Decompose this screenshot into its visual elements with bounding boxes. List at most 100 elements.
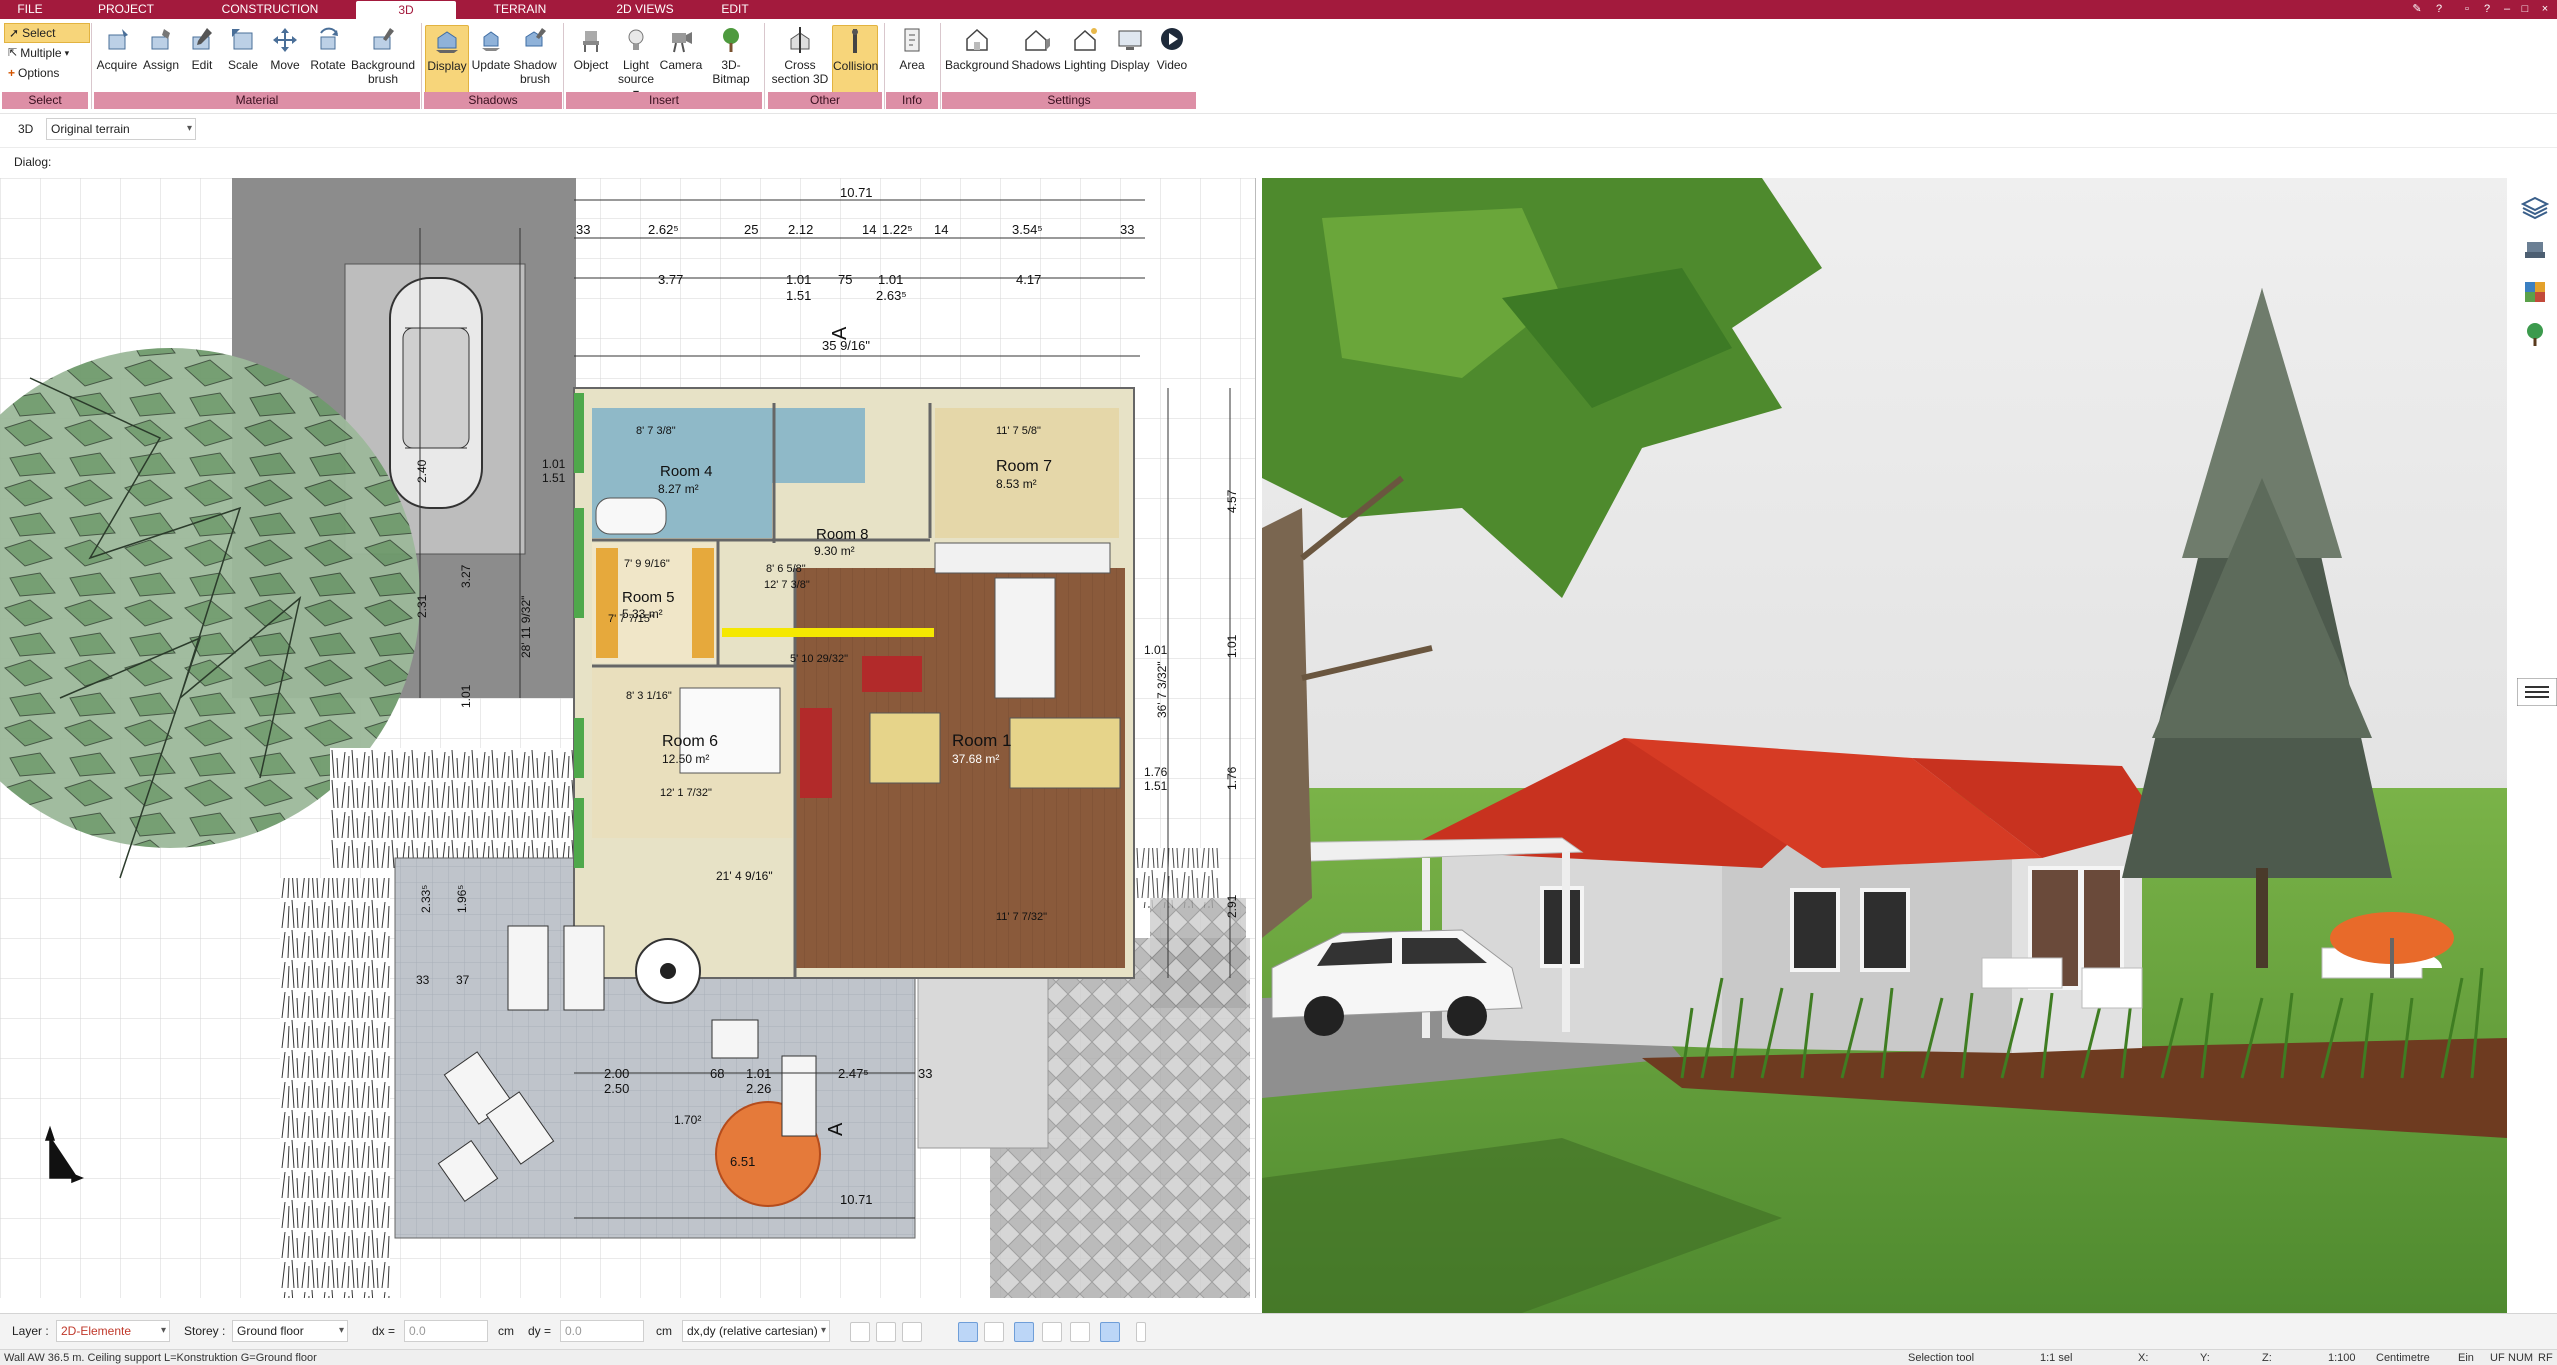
lighting-button[interactable]: Lighting xyxy=(1062,25,1108,101)
furniture-icon[interactable] xyxy=(2521,236,2549,264)
menu-tab-terrain[interactable]: TERRAIN xyxy=(470,0,570,19)
angle-snap-icon[interactable] xyxy=(984,1322,1004,1342)
more-icon[interactable] xyxy=(1136,1322,1146,1342)
acquire-button[interactable]: Acquire xyxy=(94,25,140,101)
background-button[interactable]: Background xyxy=(944,25,1010,101)
status-bar: Wall AW 36.5 m. Ceiling support L=Konstr… xyxy=(0,1349,2557,1365)
dim-text: 33 xyxy=(918,1066,932,1081)
update-icon xyxy=(482,31,500,51)
maximize-icon[interactable]: □ xyxy=(2518,2,2532,16)
cross-section-button[interactable]: Cross section 3D xyxy=(770,25,830,101)
group-label-settings: Settings xyxy=(942,92,1196,109)
clock-icon[interactable] xyxy=(850,1322,870,1342)
dim-text: 1.01 xyxy=(459,684,473,708)
dx-input[interactable]: 0.0 xyxy=(404,1320,488,1342)
options-button[interactable]: + Options xyxy=(4,63,90,83)
selected-wall[interactable] xyxy=(722,628,934,637)
edit-button[interactable]: Edit xyxy=(182,25,222,101)
menu-tab-construction[interactable]: CONSTRUCTION xyxy=(205,0,335,19)
shadow-brush-button[interactable]: Shadow brush xyxy=(513,25,557,101)
menu-tab-3d[interactable]: 3D xyxy=(356,1,456,20)
dy-unit: cm xyxy=(656,1324,672,1338)
plus-icon: + xyxy=(8,66,16,80)
side-panel xyxy=(2507,178,2557,1313)
brush-icon xyxy=(373,28,394,50)
snap-point-icon[interactable] xyxy=(902,1322,922,1342)
house-light-icon xyxy=(1074,28,1097,51)
dim-text: 1.01 xyxy=(1225,634,1239,658)
ribbon: ➚ Select ⇱ Multiple ▾ + Options Select A… xyxy=(0,19,2557,111)
dialog-label: Dialog: xyxy=(14,155,52,169)
3d-view[interactable] xyxy=(1262,178,2507,1313)
menu-tab-project[interactable]: PROJECT xyxy=(66,0,186,19)
dim-text: 2.12 xyxy=(788,222,813,237)
assign-button[interactable]: Assign xyxy=(138,25,184,101)
dim-text: 12' 1 7/32" xyxy=(660,787,712,799)
dim-text: 2.40 xyxy=(415,459,429,483)
video-button[interactable]: Video xyxy=(1152,25,1192,101)
move-button[interactable]: Move xyxy=(264,25,306,101)
room-5-dim: 7' 9 9/16" xyxy=(624,558,670,570)
tools-icon[interactable]: ✎ xyxy=(2410,2,2424,16)
kitchen-island xyxy=(994,577,1056,699)
shadows-settings-button[interactable]: Shadows xyxy=(1010,25,1062,101)
menu-tab-edit[interactable]: EDIT xyxy=(710,0,760,19)
dim-text: 33 xyxy=(576,222,590,237)
dim-text: 1.22⁵ xyxy=(882,222,913,237)
restore-icon[interactable]: ▫ xyxy=(2460,2,2474,16)
dim-text: 1.01 xyxy=(746,1066,771,1081)
3d-scene xyxy=(1262,178,2507,1313)
rotate-button[interactable]: Rotate xyxy=(306,25,350,101)
dim-text: 1.01 xyxy=(542,457,566,471)
house-background-icon xyxy=(966,28,988,51)
materials-icon[interactable] xyxy=(2521,278,2549,306)
background-brush-button[interactable]: Background brush xyxy=(350,25,416,101)
layer-select[interactable]: 2D-Elemente ▾ xyxy=(56,1320,170,1342)
display-button[interactable]: Display xyxy=(425,25,469,101)
table-size-text: 6.51 xyxy=(730,1154,755,1169)
monitor-icon xyxy=(1118,30,1142,50)
storey-select[interactable]: Ground floor ▾ xyxy=(232,1320,348,1342)
ortho-icon[interactable] xyxy=(1100,1322,1120,1342)
area-button[interactable]: Area xyxy=(888,25,936,101)
collision-button[interactable]: Collision xyxy=(832,25,878,101)
help-icon[interactable]: ? xyxy=(2480,2,2494,16)
dim-text: 2.50 xyxy=(604,1081,629,1096)
snap-icon[interactable] xyxy=(876,1322,896,1342)
lightbulb-icon xyxy=(628,29,644,50)
minimize-icon[interactable]: – xyxy=(2500,2,2514,16)
grid-icon[interactable] xyxy=(1070,1322,1090,1342)
floor-plan-view[interactable]: 10.71 33 2.62⁵ 25 2.12 14 1.22⁵ 14 3.54⁵… xyxy=(0,178,1256,1298)
status-ein: Ein xyxy=(2458,1352,2474,1364)
plants-icon[interactable] xyxy=(2521,320,2549,348)
view-mode-label: 3D xyxy=(18,122,34,136)
update-button[interactable]: Update xyxy=(469,25,513,101)
dialog-field[interactable] xyxy=(58,151,1258,171)
menu-tab-2d-views[interactable]: 2D VIEWS xyxy=(590,0,700,19)
coordinate-mode-select[interactable]: dx,dy (relative cartesian) ▾ xyxy=(682,1320,830,1342)
display-settings-button[interactable]: Display xyxy=(1108,25,1152,101)
guide-icon[interactable] xyxy=(1042,1322,1062,1342)
layers-icon[interactable] xyxy=(2521,194,2549,222)
menu-tab-file[interactable]: FILE xyxy=(0,0,60,19)
multiple-button[interactable]: ⇱ Multiple ▾ xyxy=(4,43,90,63)
menu-icon[interactable] xyxy=(2517,678,2557,706)
scale-icon xyxy=(232,29,253,50)
3d-bitmap-button[interactable]: 3D-Bitmap xyxy=(704,25,758,101)
light-source-button[interactable]: Light source ▾ xyxy=(614,25,658,101)
dim-text: 2.26 xyxy=(746,1081,771,1096)
object-snap-icon[interactable] xyxy=(1014,1322,1034,1342)
house-shadow-icon xyxy=(1025,29,1050,51)
chevron-down-icon: ▾ xyxy=(160,1325,166,1336)
dy-input[interactable]: 0.0 xyxy=(560,1320,644,1342)
room-4-name: Room 4 xyxy=(660,463,713,480)
scale-button[interactable]: Scale xyxy=(222,25,264,101)
line-snap-icon[interactable] xyxy=(958,1322,978,1342)
select-button[interactable]: ➚ Select xyxy=(4,23,90,43)
info-icon[interactable]: ? xyxy=(2432,2,2446,16)
dim-text: 1.01 xyxy=(1144,643,1168,657)
terrain-select[interactable]: Original terrain ▾ xyxy=(46,118,196,140)
object-button[interactable]: Object xyxy=(568,25,614,101)
close-icon[interactable]: × xyxy=(2538,2,2552,16)
camera-button[interactable]: Camera xyxy=(658,25,704,101)
